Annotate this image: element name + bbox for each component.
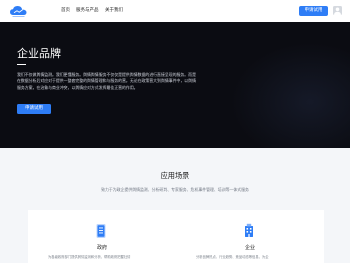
scenario-card-government[interactable]: 政府 为各级政府部门提供舆情监测和分析，帮助政府把握社情 — [28, 210, 176, 270]
scenario-card-enterprise[interactable]: 企业 分析品牌热点、行业趋势、竞品动态等信息，为企 — [176, 210, 324, 270]
card-title: 政府 — [96, 245, 107, 251]
section-subtitle: 致力于为政企提供舆情监测、分析研判、专家服务、危机事件管理、培训等一体式服务 — [101, 187, 249, 192]
hero-title-underline — [17, 64, 26, 66]
hero-glow — [230, 42, 350, 148]
nav-about-us[interactable]: 关于我们 — [105, 8, 123, 14]
top-navbar: 首页 服务与产品 关于我们 申请试用 — [0, 0, 350, 22]
application-scenarios-section: 应用场景 致力于为政企提供舆情监测、分析研判、专家服务、危机事件管理、培训等一体… — [0, 148, 350, 270]
apply-trial-button[interactable]: 申请试用 — [299, 6, 328, 16]
nav-services-products[interactable]: 服务与产品 — [76, 8, 99, 14]
user-avatar-icon[interactable] — [333, 6, 342, 15]
building-icon — [240, 222, 258, 240]
hero-banner: 企业品牌 我们不仅做舆情监测。我们更懂服务。舆情舆情服务不仅仅是提供舆情数据的进… — [0, 22, 350, 148]
nav-home[interactable]: 首页 — [61, 8, 70, 14]
card-description: 为各级政府部门提供舆情监测和分析，帮助政府把握社情 — [48, 255, 131, 259]
hero-title: 企业品牌 — [17, 47, 61, 60]
hero-apply-trial-button[interactable]: 申请试用 — [17, 104, 51, 114]
section-title: 应用场景 — [160, 171, 190, 180]
card-description: 分析品牌热点、行业趋势、竞品动态等信息，为企 — [196, 255, 269, 259]
hero-description: 我们不仅做舆情监测。我们更懂服务。舆情舆情服务不仅仅是提供舆情数据的进行直接呈现… — [17, 72, 196, 90]
card-title: 企业 — [244, 245, 255, 251]
cloud-logo-icon[interactable] — [9, 4, 28, 18]
document-stack-icon — [92, 222, 110, 240]
